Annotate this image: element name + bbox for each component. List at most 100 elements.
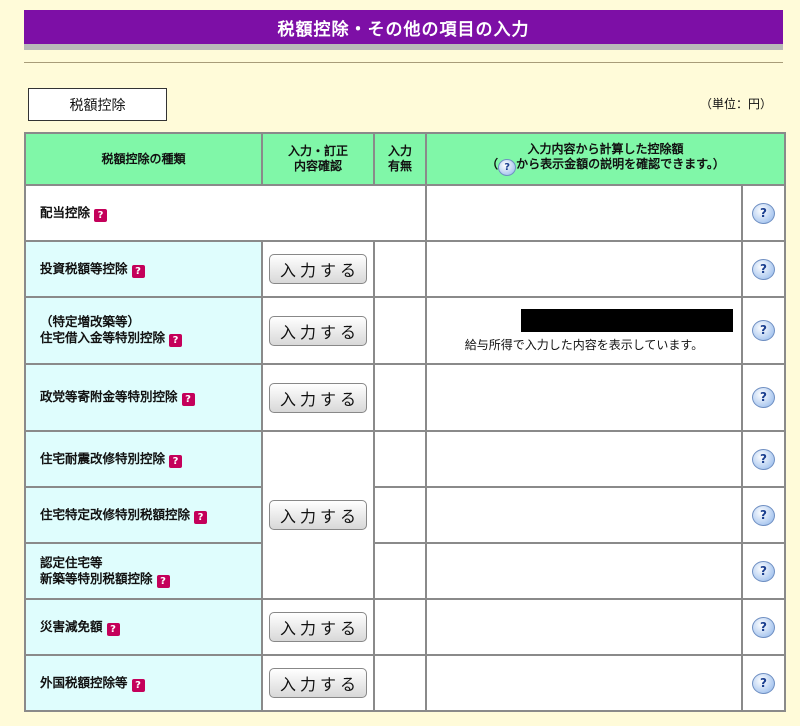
amount-note: 給与所得で入力した内容を表示しています。 [464, 337, 704, 352]
input-button[interactable]: 入力する [269, 500, 367, 530]
tax-credit-table: 税額控除の種類 入力・訂正 内容確認 入力 有無 入力内容から計算した控除額 （… [24, 132, 787, 712]
help-mark-icon[interactable]: ? [156, 574, 170, 588]
page-title: 税額控除・その他の項目の入力 [24, 10, 783, 50]
divider [24, 62, 783, 63]
unit-label: （単位：円） [699, 97, 772, 111]
redacted-value [521, 308, 733, 332]
help-bubble-icon: ? [498, 159, 517, 176]
help-cell: ? [740, 542, 787, 600]
row-label-cell: 政党等寄附金等特別控除? [24, 363, 263, 432]
input-cell: 入力する [261, 363, 375, 432]
help-cell: ? [740, 240, 787, 298]
row-label: 投資税額等控除 [40, 260, 128, 276]
table-row: 住宅特定改修特別税額控除? ? [24, 486, 787, 544]
has-input-cell [373, 486, 427, 544]
help-cell: ? [740, 296, 787, 365]
section-label: 税額控除 [28, 88, 167, 121]
help-mark-icon[interactable]: ? [94, 208, 108, 222]
input-cell: 入力する [261, 598, 375, 656]
row-label: 配当控除 [40, 204, 91, 220]
help-bubble-icon[interactable]: ? [752, 560, 775, 582]
header-amount-line1: 入力内容から計算した控除額 [527, 142, 684, 156]
input-cell: 入力する [261, 654, 375, 712]
row-label-cell: 災害減免額? [24, 598, 263, 656]
row-label-line1: （特定増改築等） [40, 314, 141, 329]
help-mark-icon[interactable]: ? [169, 334, 183, 347]
table-row: 外国税額控除等? 入力する ? [24, 654, 787, 712]
header-amount-open: （ [486, 157, 499, 171]
help-mark-icon[interactable]: ? [169, 454, 183, 468]
table-row: 認定住宅等 新築等特別税額控除? ? [24, 542, 787, 600]
help-cell: ? [740, 184, 787, 242]
amount-cell [425, 363, 743, 432]
help-bubble-icon[interactable]: ? [752, 202, 775, 224]
amount-cell [425, 486, 743, 544]
table-row: （特定増改築等） 住宅借入金等特別控除? 入力する 給与所得で入力した内容を表示… [24, 296, 787, 365]
help-bubble-icon[interactable]: ? [752, 504, 775, 526]
help-mark-icon[interactable]: ? [181, 393, 195, 406]
row-label-cell: （特定増改築等） 住宅借入金等特別控除? [24, 296, 263, 365]
help-bubble-icon[interactable]: ? [752, 387, 775, 408]
help-cell: ? [740, 598, 787, 656]
row-label-cell: 投資税額等控除? [24, 240, 263, 298]
has-input-cell [373, 598, 427, 656]
header-amount: 入力内容から計算した控除額 （? から表示金額の説明を確認できます。） [424, 132, 787, 186]
help-cell: ? [740, 654, 787, 712]
header-confirm-line1: 入力・訂正 [287, 144, 348, 158]
row-label-line2: 住宅借入金等特別控除 [40, 330, 166, 345]
has-input-cell [373, 430, 427, 488]
row-label: 政党等寄附金等特別控除 [40, 389, 178, 404]
row-label-cell: 認定住宅等 新築等特別税額控除? [24, 542, 263, 600]
row-label-cell: 住宅特定改修特別税額控除? [24, 486, 263, 544]
table-row: 投資税額等控除? 入力する ? [24, 240, 787, 298]
row-label-cell: 外国税額控除等? [24, 654, 263, 712]
input-button[interactable]: 入力する [269, 612, 367, 642]
help-cell: ? [740, 430, 787, 488]
row-label-cell: 住宅耐震改修特別控除? [24, 430, 263, 488]
input-button[interactable]: 入力する [269, 382, 367, 413]
header-kind: 税額控除の種類 [24, 132, 263, 186]
help-mark-icon[interactable]: ? [131, 264, 145, 278]
input-cell: 入力する [261, 240, 375, 298]
input-button[interactable]: 入力する [269, 254, 367, 284]
header-amount-line2: から表示金額の説明を確認できます。） [516, 157, 725, 171]
help-mark-icon[interactable]: ? [131, 678, 145, 692]
amount-cell [425, 598, 743, 656]
header-confirm: 入力・訂正 内容確認 [261, 132, 375, 186]
table-row: 配当控除? ? [24, 184, 787, 242]
header-has-line1: 入力 [387, 144, 412, 158]
amount-cell [425, 184, 743, 242]
row-label-line1: 認定住宅等 [40, 554, 103, 570]
input-button[interactable]: 入力する [269, 315, 367, 346]
row-label: 住宅特定改修特別税額控除 [40, 506, 191, 522]
header-has-input: 入力 有無 [373, 132, 427, 186]
has-input-cell [373, 654, 427, 712]
help-mark-icon[interactable]: ? [194, 510, 208, 524]
header-confirm-line2: 内容確認 [293, 159, 342, 173]
help-bubble-icon[interactable]: ? [752, 448, 775, 470]
input-cell: 入力する [261, 430, 375, 600]
row-label-line2: 新築等特別税額控除 [40, 570, 153, 586]
amount-cell [425, 542, 743, 600]
table-row: 災害減免額? 入力する ? [24, 598, 787, 656]
has-input-cell [373, 542, 427, 600]
input-cell: 入力する [261, 296, 375, 365]
help-mark-icon[interactable]: ? [106, 622, 120, 636]
amount-cell [425, 654, 743, 712]
help-bubble-icon[interactable]: ? [752, 616, 775, 638]
amount-cell [425, 240, 743, 298]
help-bubble-icon[interactable]: ? [752, 258, 775, 280]
row-label: 災害減免額 [40, 618, 103, 634]
has-input-cell [373, 240, 427, 298]
amount-cell [425, 430, 743, 488]
input-button[interactable]: 入力する [269, 668, 367, 698]
help-bubble-icon[interactable]: ? [752, 320, 775, 341]
has-input-cell [373, 296, 427, 365]
table-row: 住宅耐震改修特別控除? 入力する ? [24, 430, 787, 600]
header-has-line2: 有無 [387, 159, 412, 173]
row-label: 住宅耐震改修特別控除 [40, 450, 166, 466]
help-bubble-icon[interactable]: ? [752, 672, 775, 694]
table-header-row: 税額控除の種類 入力・訂正 内容確認 入力 有無 入力内容から計算した控除額 （… [24, 132, 787, 186]
table-row: 政党等寄附金等特別控除? 入力する ? [24, 363, 787, 432]
help-cell: ? [740, 363, 787, 432]
